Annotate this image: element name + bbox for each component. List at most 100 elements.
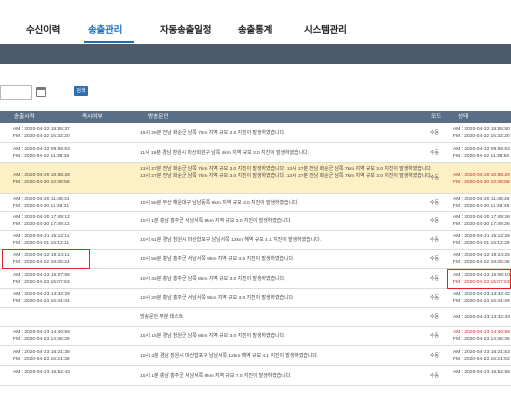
state-am: AM : 2020-04-20 10:55:26 — [453, 173, 510, 178]
mode-value: 수동 — [430, 151, 439, 156]
broadcast-message: 10시 51분 경남 창원시 마산합포구 남남서쪽 12km 해역 규모 4.1… — [140, 238, 321, 243]
mode-value: 수동 — [430, 257, 439, 262]
mode-value: 수동 — [430, 354, 439, 359]
fm-start-time: FM : 2020-04-21 15:12:11 — [13, 241, 70, 246]
fm-start-time: FM : 2020-04-22 16:32:20 — [13, 134, 70, 139]
table-row[interactable]: AM : 2020-04-23 16:21:38 FM : 2020-04-23… — [0, 346, 511, 366]
state-fm: FM : 2020-04-22 11:38:50 — [453, 154, 510, 159]
am-start-time: AM : 2020-04-22 15:55:37 — [13, 127, 70, 132]
am-start-time: AM : 2020-04-21 15:12:11 — [13, 234, 70, 239]
broadcast-message: 13시 27분 전남 화순군 남쪽 7km 지역 규모 3.0 지진이 발생하였… — [140, 167, 433, 179]
table-row[interactable]: AM : 2020-04-20 17:49:12 FM : 2020-04-20… — [0, 212, 511, 231]
state-am: AM : 2020-04-21 15:12:26 — [453, 234, 510, 239]
fm-start-time: FM : 2020-04-22 18:25:24 — [13, 260, 70, 265]
state-fm: FM : 2020-04-20 10:39:58 — [453, 180, 510, 185]
date-input[interactable] — [0, 85, 32, 100]
state-am: AM : 2020-04-23 13:32:33 — [453, 315, 510, 320]
state-am: AM : 2020-04-23 13:32:42 — [453, 292, 510, 297]
am-start-time: AM : 2020-04-20 10:55:26 — [13, 173, 70, 178]
fm-start-time: FM : 2020-04-23 14:36:29 — [13, 337, 70, 342]
state-fm: FM : 2020-04-21 15:12:26 — [453, 241, 510, 246]
broadcast-message: 10시 56분 충남 홍주군 서남서쪽 9km 지역 규모 3.0 지진이 발생… — [140, 257, 295, 262]
mode-value: 수동 — [430, 374, 439, 379]
fm-start-time: FM : 2020-04-23 16:21:38 — [13, 357, 70, 362]
state-fm: FM : 2020-04-20 17:49:26 — [453, 222, 510, 227]
state-am: AM : 2020-04-23 14:40:59 — [453, 330, 510, 335]
am-start-time: AM : 2020-04-23 14:40:59 — [13, 330, 70, 335]
am-start-time: AM : 2020-04-20 17:49:12 — [13, 215, 70, 220]
nav-item-broadcast-management[interactable]: 송출관리 — [88, 22, 122, 36]
mode-value: 수동 — [430, 219, 439, 224]
state-am: AM : 2020-04-20 17:49:26 — [453, 215, 510, 220]
mode-value: 수동 — [430, 238, 439, 243]
search-button[interactable]: 검색 — [74, 86, 88, 96]
broadcast-message: 10시 20분 충남 홍주군 서남서쪽 9km 지역 규모 3.0 지진이 발생… — [140, 296, 295, 301]
table-row[interactable]: 방송문안 부분 테스트 수동 AM : 2020-04-23 13:32:33 — [0, 308, 511, 327]
am-start-time: AM : 2020-04-20 11:48:31 — [13, 197, 70, 202]
broadcast-message: 10시 4분 경남 창원시 마산합포구 남남서쪽 12km 해역 규모 4.1 … — [140, 354, 319, 359]
broadcast-message: 10시 1분 충남 홍주군 서남서쪽 9km 지역 규모 7.0 지진이 발생하… — [140, 374, 292, 379]
am-start-time: AM : 2020-04-23 15:52:43 — [13, 370, 70, 375]
am-start-time: AM : 2020-04-23 13:32:29 — [13, 292, 70, 297]
broadcast-message: 10시 15분 경남 창원군 남쪽 8km 지역 규모 3.0 지진이 발생하였… — [140, 334, 286, 339]
table-row-highlighted[interactable]: AM : 2020-04-20 10:55:26 FM : 2020-04-20… — [0, 163, 511, 194]
state-fm: FM : 2020-04-22 18:25:38 — [453, 260, 510, 265]
table-row[interactable]: AM : 2020-04-22 18:24:11 FM : 2020-04-22… — [0, 250, 511, 269]
nav-item-system-management[interactable]: 시스템관리 — [304, 22, 347, 36]
state-am: AM : 2020-04-23 16:21:53 — [453, 350, 510, 355]
mode-value: 수동 — [430, 296, 439, 301]
table-row[interactable]: AM : 2020-04-21 15:12:11 FM : 2020-04-21… — [0, 231, 511, 250]
state-am: AM : 2020-04-23 15:08:10 — [453, 273, 510, 278]
header-message: 방송문안 — [148, 114, 169, 120]
header-immediate: 즉시여부 — [82, 114, 103, 120]
calendar-icon[interactable] — [36, 87, 46, 97]
nav-item-reception-history[interactable]: 수신이력 — [26, 22, 60, 36]
state-fm: FM : 2020-04-20 11:48:45 — [453, 204, 510, 209]
header-broadcast-start: 송출시작 — [14, 114, 35, 120]
broadcast-message: 10시 55분 부산 해운대구 남남동쪽 6km 지역 규모 3.0 지진이 발… — [140, 201, 299, 206]
mode-value: 수동 — [430, 201, 439, 206]
nav-item-broadcast-statistics[interactable]: 송출통계 — [238, 22, 272, 36]
state-am: AM : 2020-04-22 09:55:53 — [453, 147, 510, 152]
header-mode: 모드 — [431, 114, 442, 120]
table-header: 송출시작 즉시여부 방송문안 모드 상태 — [0, 111, 511, 123]
fm-start-time: FM : 2020-04-22 11:38:36 — [13, 154, 70, 159]
state-am: AM : 2020-04-22 18:24:25 — [453, 253, 510, 258]
mode-value: 수동 — [430, 131, 439, 136]
state-am: AM : 2020-04-23 15:52:58 — [453, 370, 510, 375]
state-fm: FM : 2020-04-23 14:36:36 — [453, 337, 510, 342]
table-row[interactable]: AM : 2020-04-23 14:40:59 FM : 2020-04-23… — [0, 327, 511, 346]
mode-value: 수동 — [430, 277, 439, 282]
state-fm: FM : 2020-04-23 16:44:49 — [453, 299, 510, 304]
table-row[interactable]: AM : 2020-04-23 15:52:43 10시 1분 충남 홍주군 서… — [0, 366, 511, 386]
fm-start-time: FM : 2020-04-23 15:07:53 — [13, 280, 70, 285]
fm-start-time: FM : 2020-04-20 11:48:31 — [13, 204, 70, 209]
active-tab-indicator — [84, 41, 134, 43]
state-fm: FM : 2020-04-23 16:21:53 — [453, 357, 510, 362]
am-start-time: AM : 2020-04-22 18:24:11 — [13, 253, 70, 258]
table-row[interactable]: AM : 2020-04-23 13:32:29 FM : 2020-04-23… — [0, 289, 511, 308]
am-start-time: AM : 2020-04-22 09:55:53 — [13, 147, 70, 152]
table-row[interactable]: AM : 2020-04-22 15:55:37 FM : 2020-04-22… — [0, 124, 511, 143]
am-start-time: AM : 2020-04-23 16:21:38 — [13, 350, 70, 355]
state-fm: FM : 2020-04-23 15:07:53 — [453, 280, 510, 285]
state-am: AM : 2020-04-20 11:48:45 — [453, 197, 510, 202]
table-row[interactable]: AM : 2020-04-22 09:55:53 FM : 2020-04-22… — [0, 143, 511, 163]
mode-value: 수동 — [430, 176, 439, 181]
sub-header-band — [0, 44, 511, 64]
am-start-time: AM : 2020-04-23 15:07:56 — [13, 273, 70, 278]
mode-value: 수동 — [430, 334, 439, 339]
broadcast-message: 10시 34분 충남 홍주군 남쪽 8km 지역 규모 3.0 지진이 발생하였… — [140, 277, 286, 282]
fm-start-time: FM : 2020-04-20 17:49:12 — [13, 222, 70, 227]
broadcast-message: 10시 1분 충남 홍주군 서남서쪽 9km 지역 규모 3.0 지진이 발생하… — [140, 219, 292, 224]
broadcast-message: 11시 19분 경남 창원시 마산회원구 남쪽 4km 지역 규모 3.0 지진… — [140, 151, 309, 156]
header-state: 상태 — [458, 114, 469, 120]
table-row[interactable]: AM : 2020-04-23 15:07:56 FM : 2020-04-23… — [0, 269, 511, 289]
nav-item-auto-schedule[interactable]: 자동송출일정 — [160, 22, 211, 36]
broadcast-message: 16시 26분 전남 화순군 남쪽 7km 지역 규모 3.0 지진이 발생하였… — [140, 131, 286, 136]
state-am: AM : 2020-04-22 15:55:50 — [453, 127, 510, 132]
mode-value: 수동 — [430, 315, 439, 320]
table-row[interactable]: AM : 2020-04-20 11:48:31 FM : 2020-04-20… — [0, 194, 511, 212]
state-fm: FM : 2020-04-22 16:32:20 — [453, 134, 510, 139]
fm-start-time: FM : 2020-04-23 16:44:34 — [13, 299, 70, 304]
